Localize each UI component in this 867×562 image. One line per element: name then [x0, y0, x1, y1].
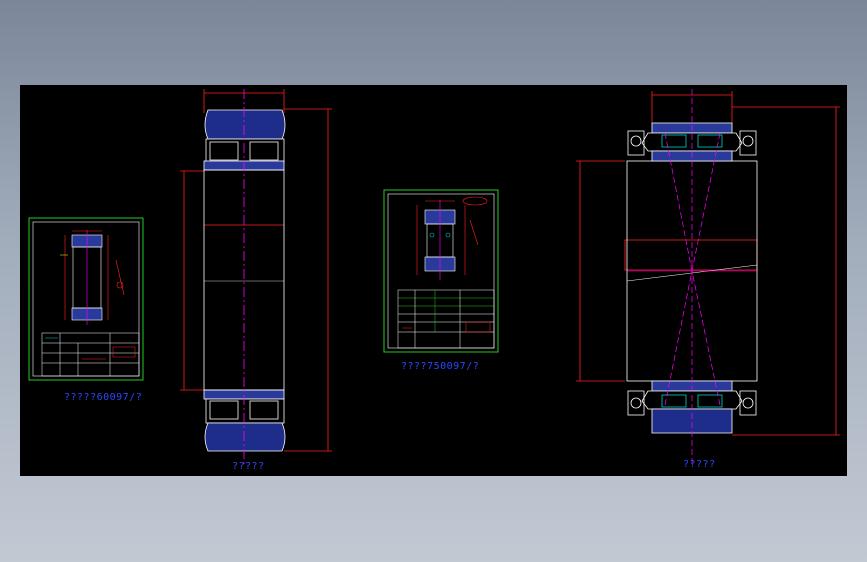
sheet-1-thumbnail[interactable]	[28, 217, 144, 381]
sheet-1-title-block	[41, 332, 140, 377]
bearing-view-2[interactable]	[576, 89, 840, 465]
bearing-view-1[interactable]	[180, 89, 332, 465]
view-2-caption: ?????	[683, 459, 716, 470]
cad-drawing	[28, 89, 840, 465]
sheet-1-caption: ?????60097/?	[64, 392, 143, 403]
view-1-caption: ?????	[232, 461, 265, 472]
sheet-2-title-block	[397, 289, 495, 349]
sheet-2-caption: ????750097/?	[401, 361, 480, 372]
sheet-1-bearing-sketch	[60, 230, 125, 325]
sheet-2-thumbnail[interactable]	[383, 189, 499, 353]
cad-viewport[interactable]: ?????60097/? ????750097/? ????? ?????	[20, 85, 847, 476]
sheet-2-bearing-sketch	[416, 196, 488, 280]
